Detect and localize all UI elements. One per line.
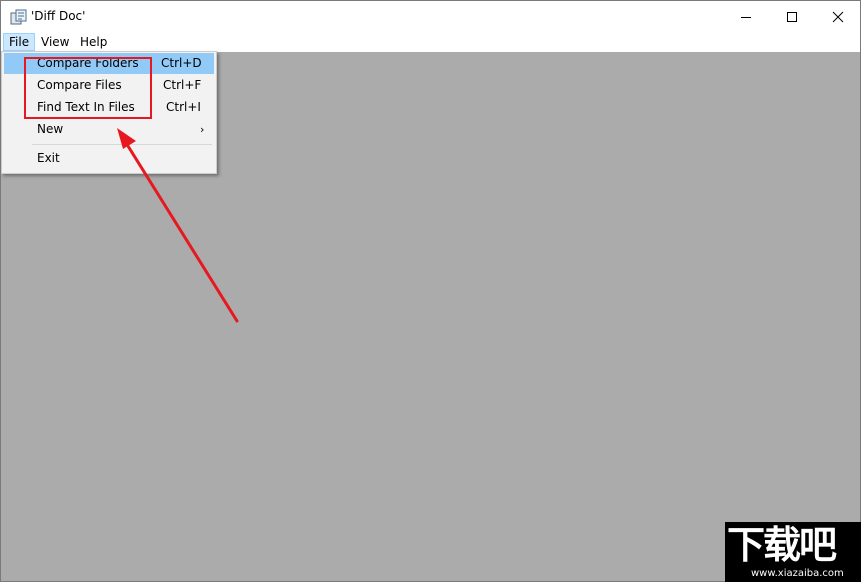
menu-item-new[interactable]: New › bbox=[4, 119, 214, 140]
menu-item-shortcut: Ctrl+I bbox=[166, 100, 201, 114]
close-icon bbox=[832, 11, 844, 22]
close-button[interactable] bbox=[815, 1, 860, 32]
maximize-icon bbox=[787, 11, 797, 22]
menu-item-shortcut: Ctrl+F bbox=[163, 78, 202, 92]
title-bar[interactable]: 'Diff Doc' bbox=[1, 1, 860, 32]
submenu-arrow-icon: › bbox=[200, 123, 205, 136]
minimize-button[interactable] bbox=[723, 1, 769, 32]
menu-help[interactable]: Help bbox=[75, 33, 112, 51]
window-title: 'Diff Doc' bbox=[31, 9, 86, 23]
menu-item-label: Exit bbox=[37, 151, 60, 165]
watermark-logo: 下载吧 www.xiazaiba.com bbox=[725, 522, 861, 582]
maximize-button[interactable] bbox=[769, 1, 815, 32]
menu-bar: File View Help bbox=[1, 32, 860, 52]
minimize-icon bbox=[741, 16, 751, 18]
menu-file[interactable]: File bbox=[3, 33, 36, 51]
menu-item-exit[interactable]: Exit bbox=[4, 148, 214, 169]
menu-item-shortcut: Ctrl+D bbox=[161, 56, 202, 70]
watermark-glyphs: 下载吧 bbox=[727, 523, 837, 567]
menu-item-label: New bbox=[37, 122, 64, 136]
menu-view[interactable]: View bbox=[36, 33, 74, 51]
app-icon bbox=[10, 9, 27, 25]
watermark-url: www.xiazaiba.com bbox=[751, 568, 844, 579]
annotation-highlight-box bbox=[24, 57, 152, 119]
menu-separator bbox=[32, 144, 212, 145]
